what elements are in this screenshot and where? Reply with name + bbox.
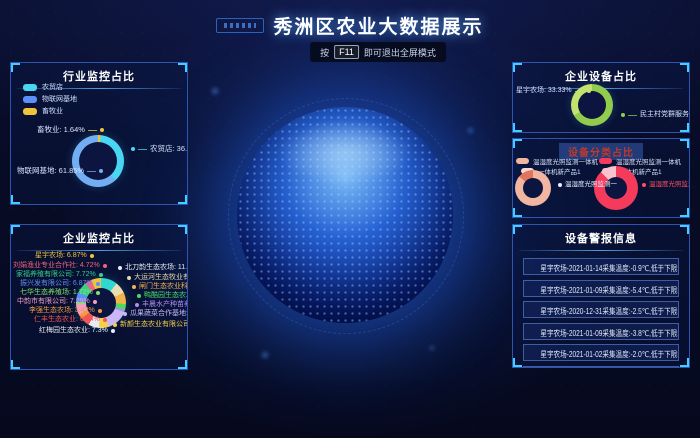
corner-accent (513, 63, 522, 72)
globe-highlight (276, 120, 414, 185)
f11-key-badge: F11 (334, 45, 359, 59)
chart-label: 闸门生态农业科技有限公 (132, 283, 188, 291)
glow-dot (262, 352, 268, 358)
corner-accent (178, 360, 187, 369)
title-divider (17, 250, 181, 251)
corner-accent (11, 195, 20, 204)
legend-swatch (23, 96, 37, 103)
panel-equipment-ratio: 企业设备占比 星宇农场: 33.33% 民主村党群服务中心 (512, 62, 690, 133)
device-class-donut-left[interactable] (515, 170, 551, 206)
alarm-row: 星宇农场-2021-01-09采集温度:-5.4℃,低于下限:0℃ (523, 280, 679, 297)
corner-accent (680, 63, 689, 72)
legend-item[interactable]: 畜牧业 (23, 105, 77, 117)
title-divider (519, 250, 683, 251)
chart-label: 民主村党群服务中心 (621, 111, 690, 119)
legend-swatch (23, 84, 37, 91)
panel-industry-monitor: 行业监控占比 农贸店 物联网基地 畜牧业 畜牧业: 1.64% 农贸店: 36.… (10, 62, 188, 205)
chart-label: 新颜生态农业有限公司: 6.87% (113, 321, 188, 329)
chart-label: 仁丰生态农业: 6.44% (34, 316, 107, 324)
chart-label: 温湿度光照监测一 (642, 181, 690, 189)
tooltip-suffix: 即可退出全屏模式 (364, 46, 436, 59)
chart-label: 中韵市有限公司: 7.29% (17, 298, 97, 306)
corner-accent (680, 139, 689, 148)
alarm-list[interactable]: 星宇农场-2021-01-14采集温度:-0.9℃,低于下限:0℃ 星宇农场-2… (513, 258, 689, 368)
panel-title: 企业监控占比 (11, 225, 187, 246)
chart-label: 农贸店: 36.51% (131, 145, 188, 153)
chart-label: 畜牧业: 1.64% (37, 126, 104, 134)
corner-accent (513, 139, 522, 148)
panel-title: 企业设备占比 (513, 63, 689, 84)
legend-item[interactable]: 温湿度光照监测一体机 (599, 156, 681, 165)
corner-accent (513, 208, 522, 217)
corner-accent (11, 360, 20, 369)
corner-accent (680, 208, 689, 217)
panel-enterprise-monitor: 企业监控占比 星宇农场: 6.87% 刘娟渔业专业合作社: 4.72% 家福养殖… (10, 224, 188, 370)
corner-accent (11, 63, 20, 72)
corner-accent (11, 225, 20, 234)
panel-device-classification: 设备分类占比 温湿度光照监测一体机 一体机新产品1 温湿度光照监测一体机 一体机… (512, 138, 690, 218)
alarm-row: 星宇农场-2021-01-09采集温度:-3.8℃,低于下限:0℃ (523, 323, 679, 340)
glow-dot (468, 128, 473, 133)
corner-accent (513, 358, 522, 367)
tooltip-prefix: 按 (320, 46, 329, 59)
chart-label: 大运河生态牧业有限责任公 (127, 274, 188, 282)
glow-dot (212, 88, 218, 94)
panel-title: 设备警报信息 (513, 225, 689, 246)
chart-label: 物联网基地: 61.85% (17, 167, 103, 175)
corner-accent (178, 195, 187, 204)
chart-label: 红梅园生态农业: 7.3% (39, 327, 115, 335)
chart-label: 北刀韵生态农场: 11.56% (118, 264, 188, 272)
brand-logo (216, 18, 264, 33)
chart-label: 李强生态农场: 3.42% (29, 307, 102, 315)
legend-item[interactable]: 物联网基地 (23, 93, 77, 105)
corner-accent (513, 123, 522, 132)
legend-swatch (599, 158, 612, 164)
chart-label: 家福养殖有限公司: 7.72% (16, 271, 103, 279)
corner-accent (680, 225, 689, 234)
panel-device-alarms: 设备警报信息 星宇农场-2021-01-14采集温度:-0.9℃,低于下限:0℃… (512, 224, 690, 368)
chart-label: 星宇农场: 33.33% (516, 87, 591, 95)
globe (237, 107, 453, 323)
alarm-row: 星宇农场-2020-12-31采集温度:-2.5℃,低于下限:0℃ (523, 301, 679, 318)
chart-label: 振兴发有限公司: 6.87% (20, 280, 100, 288)
corner-accent (680, 358, 689, 367)
industry-legend: 农贸店 物联网基地 畜牧业 (23, 81, 77, 117)
chart-label: 鸭酷园生态农场: 4.29% (137, 292, 188, 300)
corner-accent (178, 225, 187, 234)
chart-label: 丰晨水产种苗养殖场: 1. (135, 301, 188, 309)
legend-item[interactable]: 农贸店 (23, 81, 77, 93)
corner-accent (513, 225, 522, 234)
dashboard: 秀洲区农业大数据展示 按 F11 即可退出全屏模式 行业监控占比 农贸店 物联网… (0, 0, 700, 438)
chart-label: 瓜果蔬菜合作基地: 15.02% (123, 310, 188, 318)
page-title: 秀洲区农业大数据展示 (273, 12, 483, 39)
legend-item[interactable]: 温湿度光照监测一体机 (516, 156, 598, 165)
chart-label: 刘娟渔业专业合作社: 4.72% (13, 262, 107, 270)
alarm-row: 星宇农场-2021-01-14采集温度:-0.9℃,低于下限:0℃ (523, 258, 679, 275)
chart-label: 七华生态养殖场: 1.72% (20, 289, 100, 297)
corner-accent (178, 63, 187, 72)
chart-label: 星宇农场: 6.87% (35, 252, 94, 260)
alarm-row: 星宇农场-2021-01-02采集温度:-2.0℃,低于下限:0℃ (523, 344, 679, 361)
industry-donut-chart[interactable] (72, 135, 124, 187)
legend-swatch (516, 158, 529, 164)
glow-dot (430, 346, 434, 350)
alarm-row: 星宇农场-2021-01-09采集温度:-0.9℃,低于下限:0℃ (523, 366, 679, 369)
corner-accent (680, 123, 689, 132)
chart-label: 温湿度光照监测一 (558, 181, 617, 189)
fullscreen-tooltip: 按 F11 即可退出全屏模式 (310, 42, 446, 62)
header: 秀洲区农业大数据展示 (0, 12, 700, 39)
legend-swatch (23, 108, 37, 115)
